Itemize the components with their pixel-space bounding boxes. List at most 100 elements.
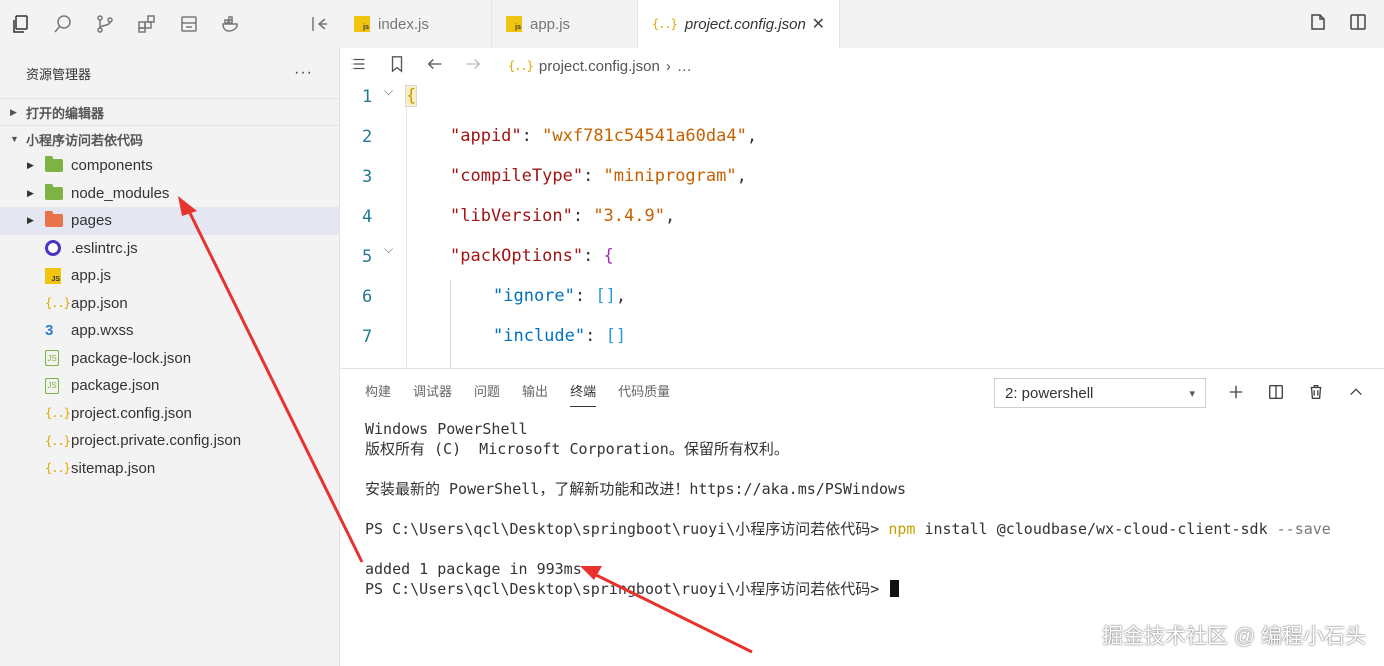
terminal-prompt: PS C:\Users\qcl\Desktop\springboot\ruoyi…	[365, 580, 889, 598]
json-file-icon: {..}	[45, 406, 71, 421]
json-file-icon: {..}	[652, 17, 678, 31]
terminal-cursor	[890, 580, 900, 597]
tree-item-label: project.config.json	[71, 404, 192, 422]
code-line: "appid": "wxf781c54541a60da4",	[450, 126, 758, 146]
terminal-line: 版权所有 (C) Microsoft Corporation。保留所有权利。	[365, 440, 789, 458]
split-terminal-icon[interactable]	[1266, 381, 1286, 403]
tree-item-app-json[interactable]: {..} app.json	[0, 290, 339, 318]
code-line: "ignore": [],	[493, 286, 627, 306]
chevron-right-icon: ▶	[10, 106, 17, 117]
line-number: 3	[362, 167, 373, 187]
tree-item-components[interactable]: ▶ components	[0, 152, 339, 180]
terminal-line: Windows PowerShell	[365, 420, 528, 438]
tree-item-label: app.js	[71, 267, 112, 285]
more-actions-button[interactable]: ···	[294, 64, 313, 82]
code-line: "include": []	[493, 326, 627, 346]
search-icon[interactable]	[52, 13, 74, 35]
terminal-prompt-line: PS C:\Users\qcl\Desktop\springboot\ruoyi…	[365, 579, 1331, 599]
section-project[interactable]: ▼ 小程序访问若依代码	[0, 125, 339, 152]
tab-problems[interactable]: 问题	[474, 381, 500, 407]
terminal-select[interactable]: 2: powershell ▾	[994, 378, 1206, 408]
editor-toolbar: {..} project.config.json › …	[340, 48, 1384, 84]
tree-item-node-modules[interactable]: ▶ node_modules	[0, 180, 339, 208]
chevron-down-icon: ▾	[1189, 387, 1195, 400]
add-terminal-icon[interactable]	[1226, 381, 1246, 403]
terminal-line: 安装最新的 PowerShell，了解新功能和改进！https://aka.ms…	[365, 480, 907, 498]
tab-output[interactable]: 输出	[522, 381, 548, 407]
chevron-right-icon: ▶	[27, 160, 34, 171]
tree-item-app-js[interactable]: JS app.js	[0, 262, 339, 290]
line-number: 4	[362, 207, 373, 227]
back-arrow-icon[interactable]	[426, 55, 444, 78]
fold-chevron-icon[interactable]: ⌵	[384, 84, 393, 99]
tree-item-label: package-lock.json	[71, 349, 192, 367]
open-changes-icon[interactable]	[1308, 12, 1328, 37]
chevron-up-icon[interactable]	[1346, 381, 1366, 403]
tab-project-config-json[interactable]: {..} project.config.json ✕	[638, 0, 840, 48]
tree-item-package-lock[interactable]: JS package-lock.json	[0, 345, 339, 373]
tab-build[interactable]: 构建	[365, 381, 391, 407]
terminal-cmd-npm: npm	[888, 520, 916, 538]
layout-icon[interactable]	[178, 13, 200, 35]
tree-item-label: app.json	[71, 294, 128, 312]
chevron-right-icon: ▶	[27, 215, 34, 226]
trash-icon[interactable]	[1306, 381, 1326, 403]
panel-actions	[1226, 381, 1366, 403]
sidebar-header: 资源管理器 ···	[0, 48, 339, 98]
js-file-icon: js	[354, 15, 370, 32]
split-editor-icon[interactable]	[1348, 12, 1368, 37]
tab-actions	[1308, 0, 1384, 48]
tab-label: app.js	[530, 15, 571, 33]
tab-debugger[interactable]: 调试器	[413, 381, 452, 407]
json-file-icon: {..}	[45, 433, 71, 448]
activity-bar	[0, 0, 340, 48]
list-icon[interactable]	[350, 55, 368, 78]
breadcrumb-rest[interactable]: …	[677, 58, 692, 75]
folder-icon	[45, 156, 63, 173]
fold-chevron-icon[interactable]: ⌵	[384, 242, 393, 257]
tree-item-sitemap[interactable]: {..} sitemap.json	[0, 455, 339, 483]
section-label: 小程序访问若依代码	[26, 132, 144, 148]
code-editor[interactable]: 1 ⌵ 2 3 4 5 ⌵ 6 7 { "appid": "wxf781c545…	[340, 84, 1384, 368]
section-label: 打开的编辑器	[26, 105, 105, 121]
source-control-icon[interactable]	[94, 13, 116, 35]
collapse-sidebar-icon[interactable]	[308, 13, 330, 35]
tree-item-project-private-config[interactable]: {..} project.private.config.json	[0, 427, 339, 455]
tab-app-js[interactable]: js app.js	[492, 0, 638, 48]
code-line: {	[404, 85, 418, 107]
files-icon[interactable]	[10, 13, 32, 35]
section-open-editors[interactable]: ▶ 打开的编辑器	[0, 98, 339, 125]
node-file-icon: JS	[45, 350, 59, 367]
forward-arrow-icon[interactable]	[464, 55, 482, 78]
terminal-output[interactable]: Windows PowerShell 版权所有 (C) Microsoft Co…	[365, 419, 1331, 599]
folder-icon	[45, 211, 63, 228]
bookmark-icon[interactable]	[388, 55, 406, 78]
terminal-result-line: added 1 package in 993ms	[365, 560, 582, 578]
tab-index-js[interactable]: js index.js	[340, 0, 492, 48]
breadcrumb-file[interactable]: project.config.json	[539, 58, 660, 75]
tree-item-eslintrc[interactable]: .eslintrc.js	[0, 235, 339, 263]
tree-item-pages[interactable]: ▶ pages	[0, 207, 339, 235]
line-gutter: 1 ⌵ 2 3 4 5 ⌵ 6 7	[340, 84, 406, 368]
close-icon[interactable]: ✕	[812, 14, 825, 34]
line-number: 7	[362, 327, 373, 347]
tab-code-quality[interactable]: 代码质量	[618, 381, 670, 407]
tree-item-label: .eslintrc.js	[71, 239, 138, 257]
explorer-sidebar: 资源管理器 ··· ▶ 打开的编辑器 ▼ 小程序访问若依代码 ▶ compone…	[0, 48, 340, 666]
tab-terminal[interactable]: 终端	[570, 381, 597, 407]
eslint-icon	[45, 240, 61, 257]
json-file-icon: {..}	[508, 59, 534, 73]
tree-item-label: app.wxss	[71, 322, 134, 340]
indent-guide	[450, 280, 451, 368]
tree-item-app-wxss[interactable]: 3 app.wxss	[0, 317, 339, 345]
line-number: 6	[362, 287, 373, 307]
terminal-prompt: PS C:\Users\qcl\Desktop\springboot\ruoyi…	[365, 520, 889, 538]
tree-item-label: project.private.config.json	[71, 432, 242, 450]
extensions-icon[interactable]	[136, 13, 158, 35]
docker-icon[interactable]	[220, 13, 242, 35]
terminal-command-line: PS C:\Users\qcl\Desktop\springboot\ruoyi…	[365, 519, 1331, 539]
line-number: 1	[362, 87, 373, 107]
tree-item-project-config[interactable]: {..} project.config.json	[0, 400, 339, 428]
tree-item-package-json[interactable]: JS package.json	[0, 372, 339, 400]
chevron-right-icon: ▶	[27, 187, 34, 198]
